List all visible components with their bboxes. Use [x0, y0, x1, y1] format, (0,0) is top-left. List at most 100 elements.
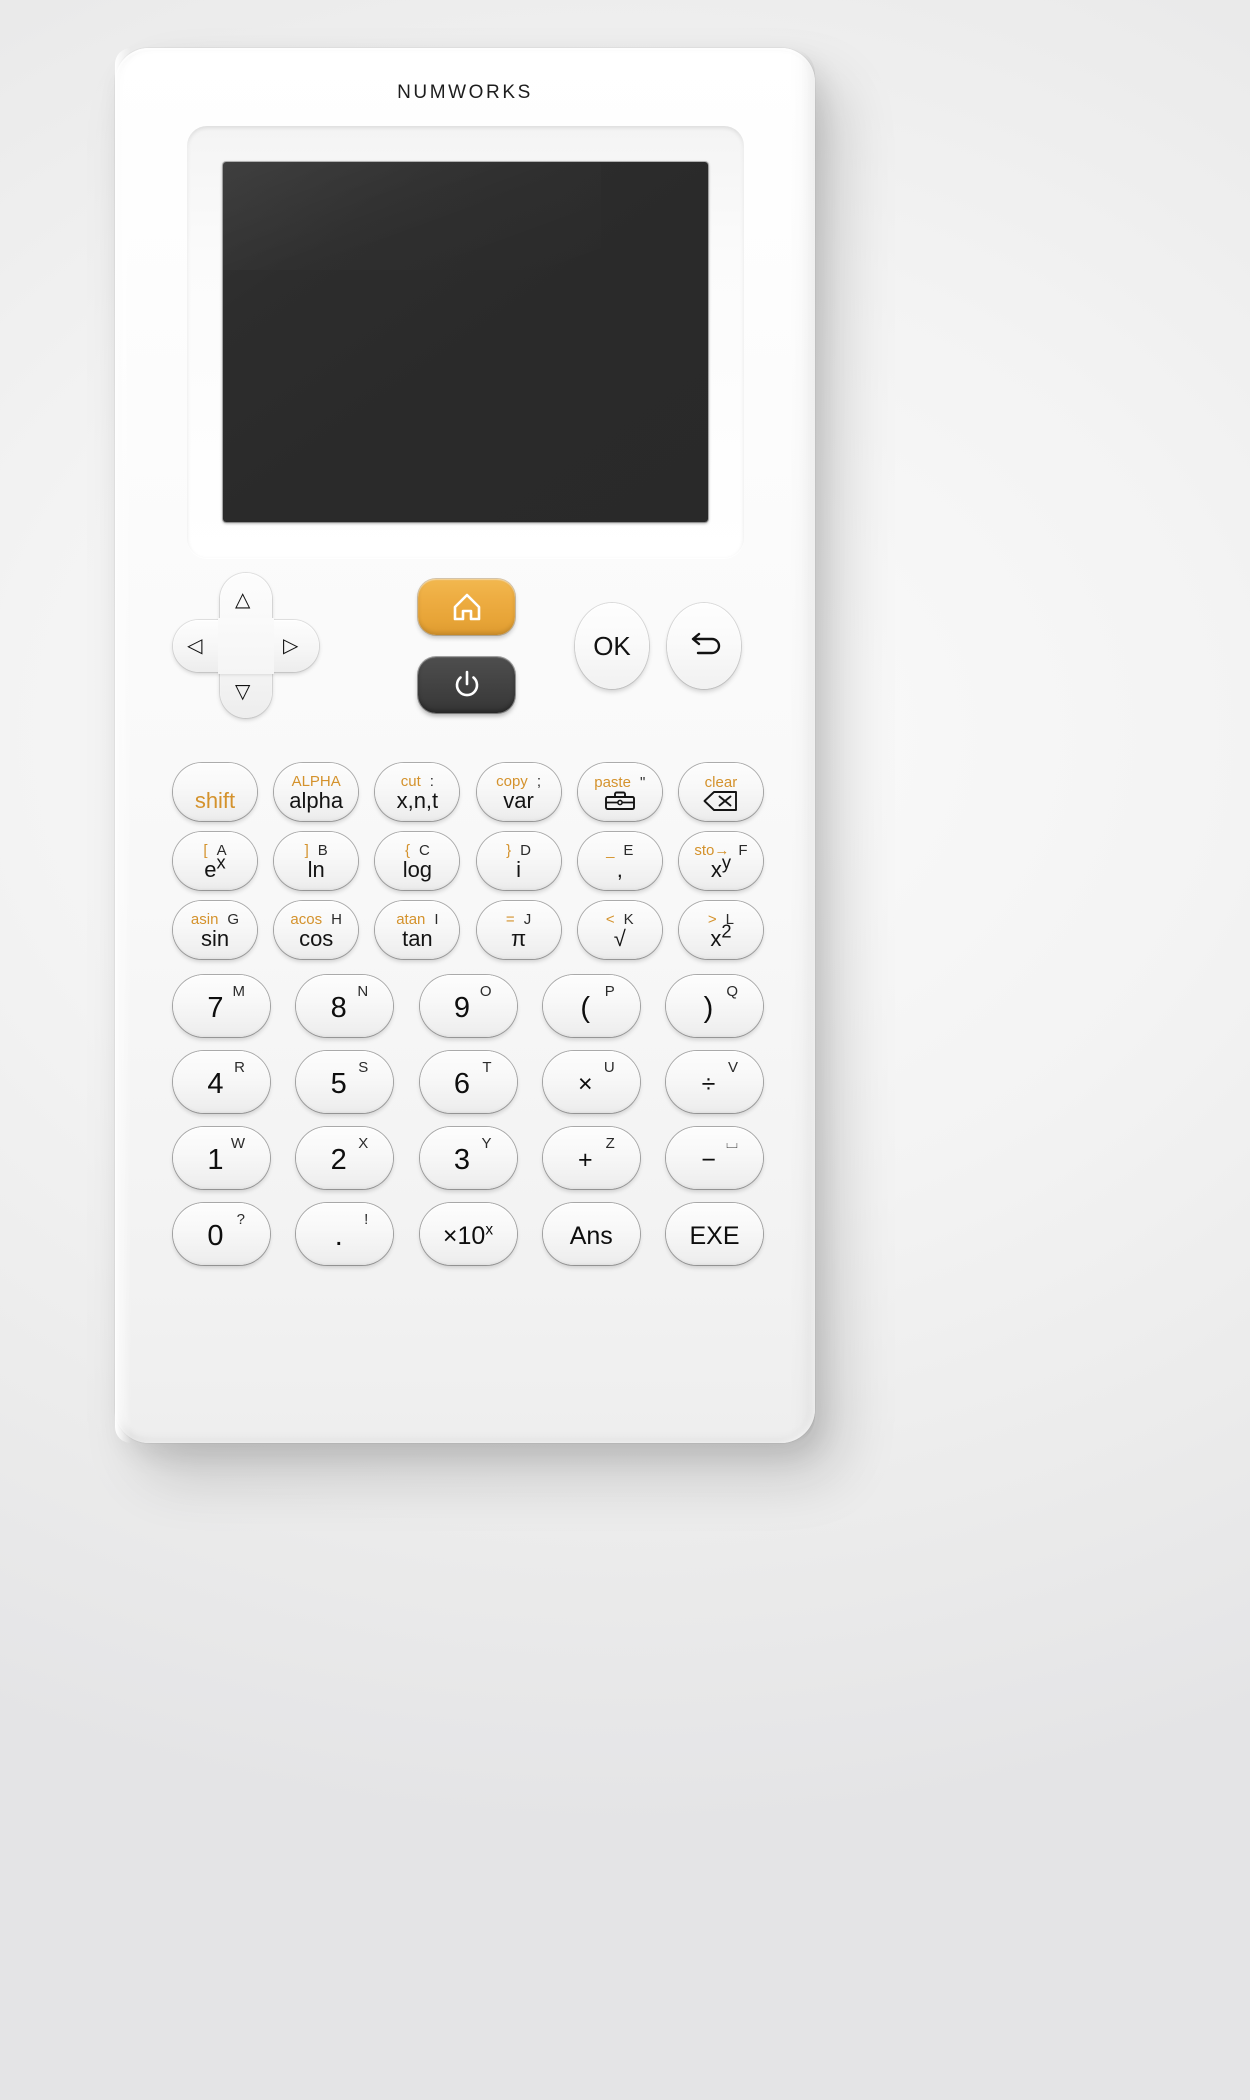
key-seven-alpha-label: M — [232, 983, 246, 1000]
brand-label: NUMWORKS — [397, 82, 533, 103]
keypad-row-function-1: shift ALPHA alpha cut : x,n,t copy ; var… — [173, 763, 763, 821]
key-toolbox[interactable]: paste " — [577, 763, 662, 821]
dpad[interactable]: △ ▽ ◁ ▷ — [173, 573, 319, 718]
key-exp-label: ex — [204, 853, 225, 882]
key-six[interactable]: T 6 — [419, 1051, 517, 1113]
key-seven-label: 7 — [207, 991, 224, 1024]
numworks-calculator-body: NUMWORKS △ ▽ ◁ ▷ OK shift ALPHA alpha cu… — [115, 48, 815, 1443]
key-left-parenthesis-label: ( — [580, 991, 591, 1024]
dpad-right-icon[interactable]: ▷ — [283, 635, 298, 655]
key-multiply-alpha-label: U — [603, 1059, 615, 1076]
key-dot[interactable]: ! . — [296, 1203, 394, 1265]
key-imaginary[interactable]: } D i — [476, 832, 561, 890]
key-nine-alpha-label: O — [479, 983, 492, 1000]
key-exe[interactable]: EXE — [666, 1203, 763, 1265]
back-button[interactable] — [667, 603, 741, 689]
calculator-display[interactable] — [223, 162, 708, 522]
keypad-row-789: M 7 N 8 O 9 P ( Q ) — [173, 975, 763, 1037]
key-pi[interactable]: = J π — [476, 901, 561, 959]
key-minus[interactable]: ⌴ − — [666, 1127, 763, 1189]
navigation-cluster: △ ▽ ◁ ▷ OK — [115, 573, 815, 753]
key-exp[interactable]: [ A ex — [173, 832, 257, 890]
key-comma-shift-label: _ — [606, 842, 615, 859]
key-tan-label: tan — [402, 926, 433, 951]
key-two[interactable]: X 2 — [296, 1127, 394, 1189]
key-zero[interactable]: ? 0 — [173, 1203, 270, 1265]
ok-button[interactable]: OK — [575, 603, 649, 689]
key-comma[interactable]: _ E , — [577, 832, 662, 890]
key-comma-alpha-label: E — [623, 842, 634, 859]
key-two-label: 2 — [330, 1143, 347, 1176]
dpad-down-icon[interactable]: ▽ — [235, 681, 250, 701]
key-sin-alpha-label: G — [227, 911, 240, 928]
dpad-center — [218, 618, 274, 674]
key-toolbox-icon-wrap — [603, 790, 637, 812]
key-cos[interactable]: acos H cos — [274, 901, 359, 959]
key-ln[interactable]: ] B ln — [274, 832, 359, 890]
keypad-row-function-2: [ A ex ] B ln {C log} D i _ E , sto→ F… — [173, 832, 763, 890]
keypad-row-456: R 4 S 5 T 6 U × V ÷ — [173, 1051, 763, 1113]
key-tan[interactable]: atan I tan — [375, 901, 460, 959]
key-right-parenthesis[interactable]: Q ) — [666, 975, 763, 1037]
key-power-sup: y — [721, 851, 732, 873]
key-square[interactable]: > L x2 — [678, 901, 763, 959]
screenshot-root: NUMWORKS △ ▽ ◁ ▷ OK shift ALPHA alpha cu… — [0, 0, 1250, 2100]
key-seven[interactable]: M 7 — [173, 975, 270, 1037]
key-three[interactable]: Y 3 — [419, 1127, 517, 1189]
key-exp-sup: x — [216, 851, 226, 873]
backspace-icon — [703, 791, 737, 811]
key-multiply[interactable]: U × — [542, 1051, 640, 1113]
key-power[interactable]: sto→ F xy — [678, 832, 763, 890]
key-two-alpha-label: X — [358, 1135, 369, 1152]
key-eight[interactable]: N 8 — [296, 975, 394, 1037]
key-divide-alpha-label: V — [727, 1059, 738, 1076]
key-var[interactable]: copy ; var — [476, 763, 561, 821]
key-sin[interactable]: asin G sin — [173, 901, 257, 959]
key-backspace-icon-wrap — [702, 790, 740, 812]
key-shift[interactable]: shift — [173, 763, 257, 821]
key-divide[interactable]: V ÷ — [666, 1051, 763, 1113]
key-sqrt-label: √ — [613, 926, 626, 951]
key-square-base: x — [710, 926, 722, 951]
key-six-alpha-label: T — [482, 1059, 492, 1076]
key-log[interactable]: { C log — [375, 832, 460, 890]
key-ans[interactable]: Ans — [542, 1203, 640, 1265]
key-divide-label: ÷ — [701, 1069, 716, 1098]
key-four-label: 4 — [207, 1067, 224, 1100]
key-shift-label: shift — [194, 788, 236, 813]
key-backspace-secondary: clear — [679, 774, 763, 791]
key-nine[interactable]: O 9 — [419, 975, 517, 1037]
key-backspace-shift-label: clear — [704, 774, 738, 791]
key-one-label: 1 — [207, 1143, 224, 1176]
key-five-alpha-label: S — [358, 1059, 369, 1076]
dpad-up-icon[interactable]: △ — [235, 589, 250, 609]
keypad-row-function-3: asin G sin acos H cos atan I tan = J π <… — [173, 901, 763, 959]
key-one[interactable]: W 1 — [173, 1127, 270, 1189]
key-eight-label: 8 — [330, 991, 347, 1024]
key-dot-label: . — [334, 1219, 343, 1252]
key-xnt[interactable]: cut : x,n,t — [375, 763, 460, 821]
key-ans-label: Ans — [569, 1221, 613, 1250]
key-zero-label: 0 — [207, 1219, 224, 1252]
keypad-row-bottom: ? 0 ! . ×10x Ans EXE — [173, 1203, 763, 1265]
key-left-parenthesis[interactable]: P ( — [542, 975, 640, 1037]
keypad-row-123: W 1 X 2 Y 3 Z + ⌴ − — [173, 1127, 763, 1189]
key-power-alpha-label: F — [738, 842, 748, 859]
ok-label: OK — [593, 630, 631, 661]
key-sqrt[interactable]: < K √ — [577, 901, 662, 959]
key-four[interactable]: R 4 — [173, 1051, 270, 1113]
power-button[interactable] — [418, 657, 515, 713]
key-exp-base: e — [204, 857, 217, 882]
keypad: shift ALPHA alpha cut : x,n,t copy ; var… — [173, 763, 763, 1276]
key-minus-space-label: ⌴ — [725, 1135, 738, 1152]
key-plus[interactable]: Z + — [542, 1127, 640, 1189]
key-alpha[interactable]: ALPHA alpha — [274, 763, 359, 821]
key-exponent[interactable]: ×10x — [419, 1203, 517, 1265]
key-plus-label: + — [577, 1145, 593, 1174]
home-button[interactable] — [418, 579, 515, 635]
key-exponent-base: ×10 — [442, 1221, 486, 1250]
key-backspace[interactable]: clear — [678, 763, 763, 821]
key-five[interactable]: S 5 — [296, 1051, 394, 1113]
key-cos-label: cos — [299, 926, 334, 951]
dpad-left-icon[interactable]: ◁ — [187, 635, 202, 655]
